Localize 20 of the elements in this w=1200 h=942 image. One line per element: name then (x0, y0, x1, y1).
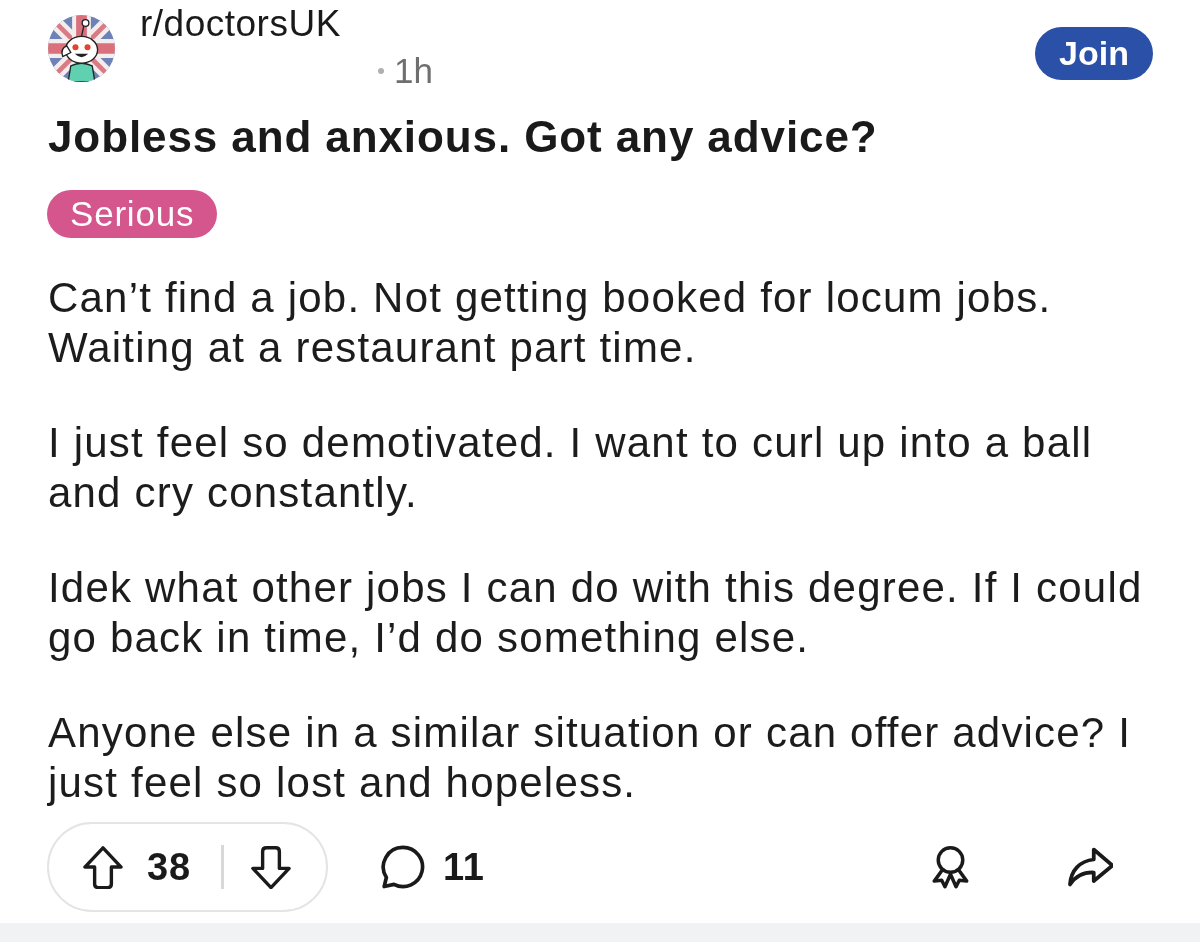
award-ribbon-icon (930, 845, 971, 889)
share-arrow-icon (1067, 847, 1113, 887)
comments-button[interactable]: 11 (347, 822, 515, 912)
up-arrow-icon (83, 845, 123, 889)
post-paragraph: Anyone else in a similar situation or can offer advice? I just feel so lost and hopeless. (48, 708, 1133, 808)
post-title[interactable]: Jobless and anxious. Got any advice? (48, 112, 1160, 162)
comment-count: 11 (442, 844, 485, 890)
community-name[interactable]: r/doctorsUK (140, 3, 433, 45)
post-paragraph: Idek what other jobs I can do with this degree. If I could go back in time, I’d do something else. (48, 563, 1144, 663)
vote-count: 38 (147, 845, 191, 889)
separator-dot-icon (378, 68, 384, 74)
downvote-button[interactable] (249, 845, 292, 889)
join-button[interactable]: Join (1035, 27, 1153, 80)
post-paragraph: I just feel so demotivated. I want to curl up into a ball and cry constantly. (48, 418, 1094, 518)
upvote-button[interactable] (83, 845, 123, 889)
down-arrow-icon (249, 845, 292, 889)
speech-bubble-icon (380, 845, 425, 889)
flair-tag[interactable]: Serious (47, 190, 218, 238)
post-paragraph: Can’t find a job. Not getting booked for locum jobs. Waiting at a restaurant part time. (48, 273, 1053, 373)
post-age: 1h (394, 51, 433, 91)
